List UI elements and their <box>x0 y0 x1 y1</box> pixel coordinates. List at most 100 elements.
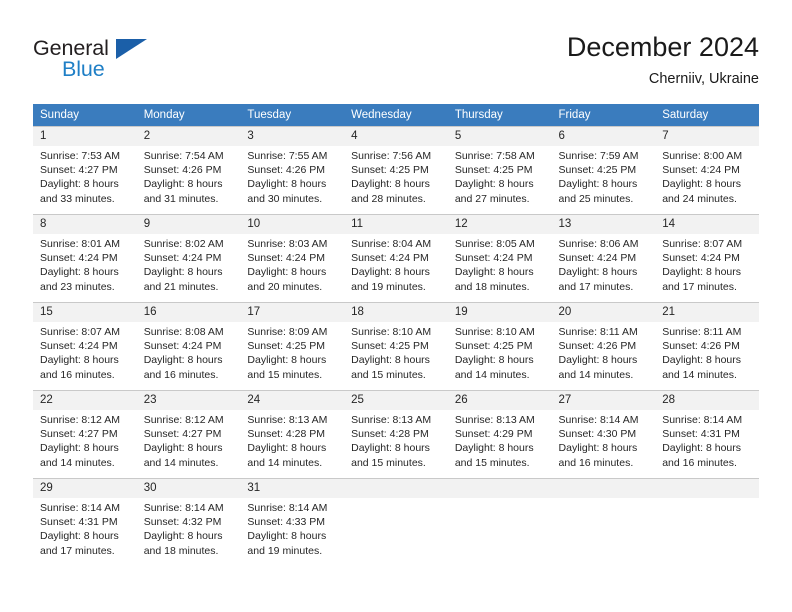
day-number: 17 <box>240 303 345 322</box>
day-number <box>447 479 552 498</box>
day-number: 7 <box>655 127 759 146</box>
day-details: Sunrise: 7:55 AM Sunset: 4:26 PM Dayligh… <box>240 146 344 206</box>
day-details: Sunrise: 8:01 AM Sunset: 4:24 PM Dayligh… <box>33 234 137 294</box>
sunset-text: Sunset: 4:25 PM <box>247 340 326 353</box>
daylight-text-line2: and 14 minutes. <box>247 456 323 469</box>
sunset-text: Sunset: 4:25 PM <box>351 164 429 177</box>
day-cell[interactable]: 7 Sunrise: 8:00 AM Sunset: 4:24 PM Dayli… <box>655 126 759 205</box>
daylight-text-line2: and 19 minutes. <box>247 544 323 557</box>
day-cell[interactable]: 19 Sunrise: 8:10 AM Sunset: 4:25 PM Dayl… <box>447 302 552 382</box>
daylight-text-line1: Daylight: 8 hours <box>247 530 327 543</box>
day-cell[interactable]: 23 Sunrise: 8:12 AM Sunset: 4:27 PM Dayl… <box>136 390 241 470</box>
daylight-text-line2: and 14 minutes. <box>454 368 530 381</box>
day-cell[interactable]: 2 Sunrise: 7:54 AM Sunset: 4:26 PM Dayli… <box>136 126 241 205</box>
general-blue-logo[interactable]: General Blue <box>33 36 163 86</box>
daylight-text-line1: Daylight: 8 hours <box>40 442 119 455</box>
calendar-table: Sunday Monday Tuesday Wednesday Thursday… <box>33 104 759 557</box>
daylight-text-line1: Daylight: 8 hours <box>662 354 742 367</box>
day-details: Sunrise: 8:02 AM Sunset: 4:24 PM Dayligh… <box>137 234 241 294</box>
day-cell[interactable]: 6 Sunrise: 7:59 AM Sunset: 4:25 PM Dayli… <box>551 126 656 206</box>
daylight-text-line1: Daylight: 8 hours <box>143 442 223 455</box>
sunrise-text: Sunrise: 7:59 AM <box>558 150 639 162</box>
daylight-text-line2: and 16 minutes. <box>143 368 219 381</box>
day-cell[interactable]: 29 Sunrise: 8:14 AM Sunset: 4:31 PM Dayl… <box>33 478 137 557</box>
day-cell[interactable]: 20 Sunrise: 8:11 AM Sunset: 4:26 PM Dayl… <box>551 302 656 381</box>
day-number: 12 <box>447 215 552 234</box>
day-cell[interactable]: 22 Sunrise: 8:12 AM Sunset: 4:27 PM Dayl… <box>33 390 137 469</box>
day-number: 6 <box>551 127 656 146</box>
daylight-text-line2: and 16 minutes. <box>40 368 115 381</box>
day-cell[interactable]: 1 Sunrise: 7:53 AM Sunset: 4:27 PM Dayli… <box>33 126 137 205</box>
sunrise-text: Sunrise: 8:14 AM <box>247 502 328 514</box>
day-cell-empty <box>447 478 552 557</box>
page-title: December 2024 <box>566 32 759 62</box>
sunrise-text: Sunrise: 8:13 AM <box>454 414 535 426</box>
logo-text-blue: Blue <box>62 57 105 81</box>
daylight-text-line2: and 19 minutes. <box>351 280 426 293</box>
daylight-text-line1: Daylight: 8 hours <box>143 266 223 279</box>
day-details: Sunrise: 8:12 AM Sunset: 4:27 PM Dayligh… <box>33 410 137 470</box>
day-cell[interactable]: 21 Sunrise: 8:11 AM Sunset: 4:26 PM Dayl… <box>655 302 759 381</box>
sunrise-text: Sunrise: 7:54 AM <box>143 150 224 162</box>
day-cell[interactable]: 18 Sunrise: 8:10 AM Sunset: 4:25 PM Dayl… <box>344 302 448 381</box>
day-cell[interactable]: 13 Sunrise: 8:06 AM Sunset: 4:24 PM Dayl… <box>551 214 656 293</box>
day-details: Sunrise: 8:10 AM Sunset: 4:25 PM Dayligh… <box>448 322 552 382</box>
day-cell[interactable]: 5 Sunrise: 7:58 AM Sunset: 4:25 PM Dayli… <box>447 126 552 206</box>
daylight-text-line1: Daylight: 8 hours <box>351 266 430 279</box>
daylight-text-line2: and 15 minutes. <box>351 368 426 381</box>
daylight-text-line1: Daylight: 8 hours <box>247 442 327 455</box>
day-cell[interactable]: 8 Sunrise: 8:01 AM Sunset: 4:24 PM Dayli… <box>33 214 137 293</box>
sunrise-text: Sunrise: 7:58 AM <box>454 150 535 162</box>
day-cell[interactable]: 26 Sunrise: 8:13 AM Sunset: 4:29 PM Dayl… <box>447 390 552 469</box>
day-cell[interactable]: 16 Sunrise: 8:08 AM Sunset: 4:24 PM Dayl… <box>136 302 241 381</box>
sunset-text: Sunset: 4:24 PM <box>40 340 118 353</box>
sunrise-text: Sunrise: 8:06 AM <box>558 238 639 250</box>
sunrise-text: Sunrise: 8:13 AM <box>247 414 328 426</box>
day-details: Sunrise: 8:03 AM Sunset: 4:24 PM Dayligh… <box>240 234 344 294</box>
day-details: Sunrise: 7:58 AM Sunset: 4:25 PM Dayligh… <box>448 146 552 206</box>
daylight-text-line2: and 27 minutes. <box>454 192 530 205</box>
week-spacer <box>33 381 759 390</box>
daylight-text-line2: and 28 minutes. <box>351 192 426 205</box>
sunset-text: Sunset: 4:32 PM <box>143 516 222 529</box>
day-cell[interactable]: 14 Sunrise: 8:07 AM Sunset: 4:24 PM Dayl… <box>655 214 759 293</box>
calendar-header-row: Sunday Monday Tuesday Wednesday Thursday… <box>33 104 759 126</box>
day-cell[interactable]: 9 Sunrise: 8:02 AM Sunset: 4:24 PM Dayli… <box>136 214 241 294</box>
sunset-text: Sunset: 4:25 PM <box>558 164 637 177</box>
day-cell-empty <box>551 478 656 557</box>
day-cell[interactable]: 11 Sunrise: 8:04 AM Sunset: 4:24 PM Dayl… <box>344 214 448 293</box>
day-cell[interactable]: 28 Sunrise: 8:14 AM Sunset: 4:31 PM Dayl… <box>655 390 759 469</box>
day-cell[interactable]: 25 Sunrise: 8:13 AM Sunset: 4:28 PM Dayl… <box>344 390 448 469</box>
day-details: Sunrise: 7:59 AM Sunset: 4:25 PM Dayligh… <box>552 146 656 206</box>
day-number: 9 <box>136 215 241 234</box>
sunset-text: Sunset: 4:25 PM <box>454 164 533 177</box>
day-cell[interactable]: 17 Sunrise: 8:09 AM Sunset: 4:25 PM Dayl… <box>240 302 345 381</box>
day-number: 16 <box>136 303 241 322</box>
sunset-text: Sunset: 4:24 PM <box>558 252 637 265</box>
day-cell[interactable]: 15 Sunrise: 8:07 AM Sunset: 4:24 PM Dayl… <box>33 302 137 381</box>
day-cell[interactable]: 30 Sunrise: 8:14 AM Sunset: 4:32 PM Dayl… <box>136 478 241 557</box>
day-cell[interactable]: 3 Sunrise: 7:55 AM Sunset: 4:26 PM Dayli… <box>240 126 345 206</box>
day-cell[interactable]: 27 Sunrise: 8:14 AM Sunset: 4:30 PM Dayl… <box>551 390 656 469</box>
day-cell[interactable]: 10 Sunrise: 8:03 AM Sunset: 4:24 PM Dayl… <box>240 214 345 294</box>
daylight-text-line2: and 15 minutes. <box>247 368 323 381</box>
sunset-text: Sunset: 4:24 PM <box>40 252 118 265</box>
day-details: Sunrise: 8:10 AM Sunset: 4:25 PM Dayligh… <box>344 322 448 382</box>
day-cell[interactable]: 31 Sunrise: 8:14 AM Sunset: 4:33 PM Dayl… <box>240 478 345 557</box>
daylight-text-line2: and 14 minutes. <box>40 456 115 469</box>
sunrise-text: Sunrise: 8:07 AM <box>40 326 120 338</box>
daylight-text-line2: and 30 minutes. <box>247 192 323 205</box>
daylight-text-line1: Daylight: 8 hours <box>558 266 638 279</box>
daylight-text-line2: and 17 minutes. <box>40 544 115 557</box>
daylight-text-line1: Daylight: 8 hours <box>454 178 534 191</box>
day-details: Sunrise: 8:12 AM Sunset: 4:27 PM Dayligh… <box>137 410 241 470</box>
day-number: 28 <box>655 391 759 410</box>
day-details: Sunrise: 7:56 AM Sunset: 4:25 PM Dayligh… <box>344 146 448 206</box>
day-number: 5 <box>447 127 552 146</box>
day-cell[interactable]: 12 Sunrise: 8:05 AM Sunset: 4:24 PM Dayl… <box>447 214 552 293</box>
day-cell[interactable]: 24 Sunrise: 8:13 AM Sunset: 4:28 PM Dayl… <box>240 390 345 469</box>
day-cell[interactable]: 4 Sunrise: 7:56 AM Sunset: 4:25 PM Dayli… <box>344 126 448 205</box>
day-number: 21 <box>655 303 759 322</box>
day-cell-empty <box>344 478 448 557</box>
daylight-text-line1: Daylight: 8 hours <box>662 266 742 279</box>
